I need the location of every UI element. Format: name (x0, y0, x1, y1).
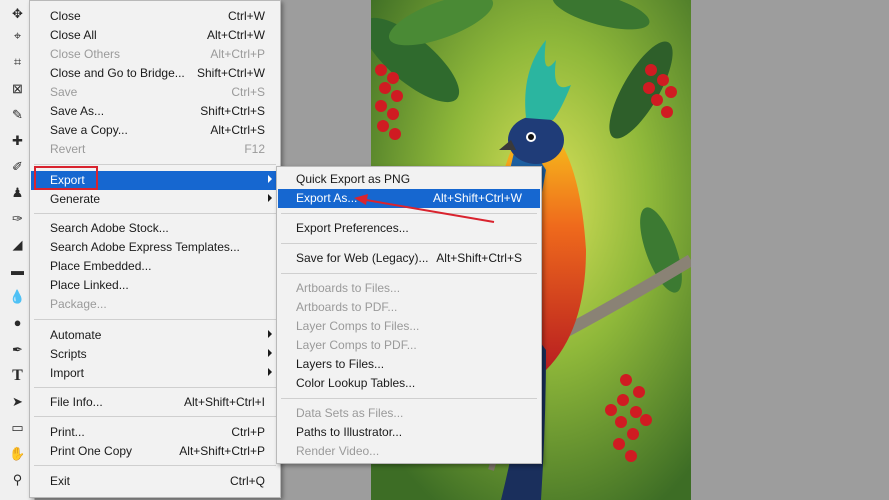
blur-tool-icon[interactable]: 💧 (8, 287, 27, 306)
menu-item-data-sets-as-files: Data Sets as Files... (296, 406, 404, 420)
menu-item-artboards-to-pdf: Artboards to PDF... (296, 300, 398, 314)
menu-item-export-as[interactable]: Export As... Alt+Shift+Ctrl+W (278, 189, 540, 208)
menu-item-print-one-copy[interactable]: Print One Copy Alt+Shift+Ctrl+P (31, 442, 279, 461)
submenu-arrow-icon (268, 175, 272, 183)
menu-item-search-adobe-express-templates[interactable]: Search Adobe Express Templates... (31, 238, 279, 257)
crop-tool-icon[interactable]: ⌗ (8, 52, 27, 71)
submenu-arrow-icon (268, 330, 272, 338)
menu-item-close-others: Close Others Alt+Ctrl+P (50, 47, 265, 61)
menu-separator (281, 273, 537, 274)
menu-item-close-and-go-to-bridge[interactable]: Close and Go to Bridge... Shift+Ctrl+W (31, 64, 279, 83)
menu-separator (281, 213, 537, 214)
menu-item-file-info[interactable]: File Info... Alt+Shift+Ctrl+I (31, 393, 279, 412)
menu-item-save-for-web[interactable]: Save for Web (Legacy)... Alt+Shift+Ctrl+S (278, 249, 540, 268)
menu-item-close-all[interactable]: Close All Alt+Ctrl+W (31, 26, 279, 45)
history-brush-tool-icon[interactable]: ✑ (8, 209, 27, 228)
menu-item-search-adobe-stock[interactable]: Search Adobe Stock... (31, 219, 279, 238)
hand-tool-icon[interactable]: ✋ (8, 444, 27, 463)
menu-item-artboards-to-files: Artboards to Files... (296, 281, 401, 295)
menu-item-print[interactable]: Print... Ctrl+P (31, 423, 279, 442)
menu-separator (34, 465, 276, 466)
submenu-arrow-icon (268, 368, 272, 376)
menu-item-layer-comps-to-files: Layer Comps to Files... (296, 319, 420, 333)
menu-separator (281, 243, 537, 244)
zoom-tool-icon[interactable]: ⚲ (8, 470, 27, 489)
brush-tool-icon[interactable]: ✐ (8, 157, 27, 176)
menu-item-layers-to-files[interactable]: Layers to Files... (278, 355, 540, 374)
menu-separator (34, 416, 276, 417)
menu-item-close[interactable]: Close Ctrl+W (31, 7, 279, 26)
menu-item-scripts[interactable]: Scripts (31, 345, 279, 364)
eraser-tool-icon[interactable]: ◢ (8, 235, 27, 254)
lasso-tool-icon[interactable]: ⌖ (8, 26, 27, 45)
menu-item-place-linked[interactable]: Place Linked... (31, 276, 279, 295)
gradient-tool-icon[interactable]: ▬ (8, 261, 27, 280)
type-tool-icon[interactable]: T (8, 366, 27, 385)
menu-separator (34, 319, 276, 320)
healing-brush-tool-icon[interactable]: ✚ (8, 131, 27, 150)
menu-item-automate[interactable]: Automate (31, 326, 279, 345)
menu-item-paths-to-illustrator[interactable]: Paths to Illustrator... (278, 423, 540, 442)
menu-item-export[interactable]: Export (31, 171, 279, 190)
rectangle-tool-icon[interactable]: ▭ (8, 418, 27, 437)
move-tool-icon[interactable]: ✥ (8, 4, 27, 23)
menu-item-layer-comps-to-pdf: Layer Comps to PDF... (296, 338, 417, 352)
pen-tool-icon[interactable]: ✒ (8, 340, 27, 359)
menu-separator (34, 164, 276, 165)
submenu-arrow-icon (268, 194, 272, 202)
menu-item-save: Save Ctrl+S (50, 85, 265, 99)
menu-item-export-preferences[interactable]: Export Preferences... (278, 219, 540, 238)
menu-item-exit[interactable]: Exit Ctrl+Q (31, 472, 279, 491)
menu-item-save-as[interactable]: Save As... Shift+Ctrl+S (31, 102, 279, 121)
menu-item-quick-export-as-png[interactable]: Quick Export as PNG (278, 170, 540, 189)
menu-item-render-video: Render Video... (296, 444, 380, 458)
menu-item-revert: Revert F12 (50, 142, 265, 156)
export-submenu: Quick Export as PNG Export As... Alt+Shif… (276, 166, 542, 464)
menu-separator (34, 213, 276, 214)
path-selection-tool-icon[interactable]: ➤ (8, 392, 27, 411)
menu-item-save-a-copy[interactable]: Save a Copy... Alt+Ctrl+S (31, 121, 279, 140)
submenu-arrow-icon (268, 349, 272, 357)
file-menu: Close Ctrl+W Close All Alt+Ctrl+W Close Ot… (29, 0, 281, 498)
menu-item-import[interactable]: Import (31, 364, 279, 383)
dodge-tool-icon[interactable]: ● (8, 313, 27, 332)
frame-tool-icon[interactable]: ⊠ (8, 79, 27, 98)
menu-separator (281, 398, 537, 399)
clone-stamp-tool-icon[interactable]: ♟ (8, 183, 27, 202)
menu-item-generate[interactable]: Generate (31, 190, 279, 209)
eyedropper-tool-icon[interactable]: ✎ (8, 105, 27, 124)
menu-item-place-embedded[interactable]: Place Embedded... (31, 257, 279, 276)
menu-item-package: Package... (50, 297, 107, 311)
menu-separator (34, 387, 276, 388)
menu-item-color-lookup-tables[interactable]: Color Lookup Tables... (278, 374, 540, 393)
